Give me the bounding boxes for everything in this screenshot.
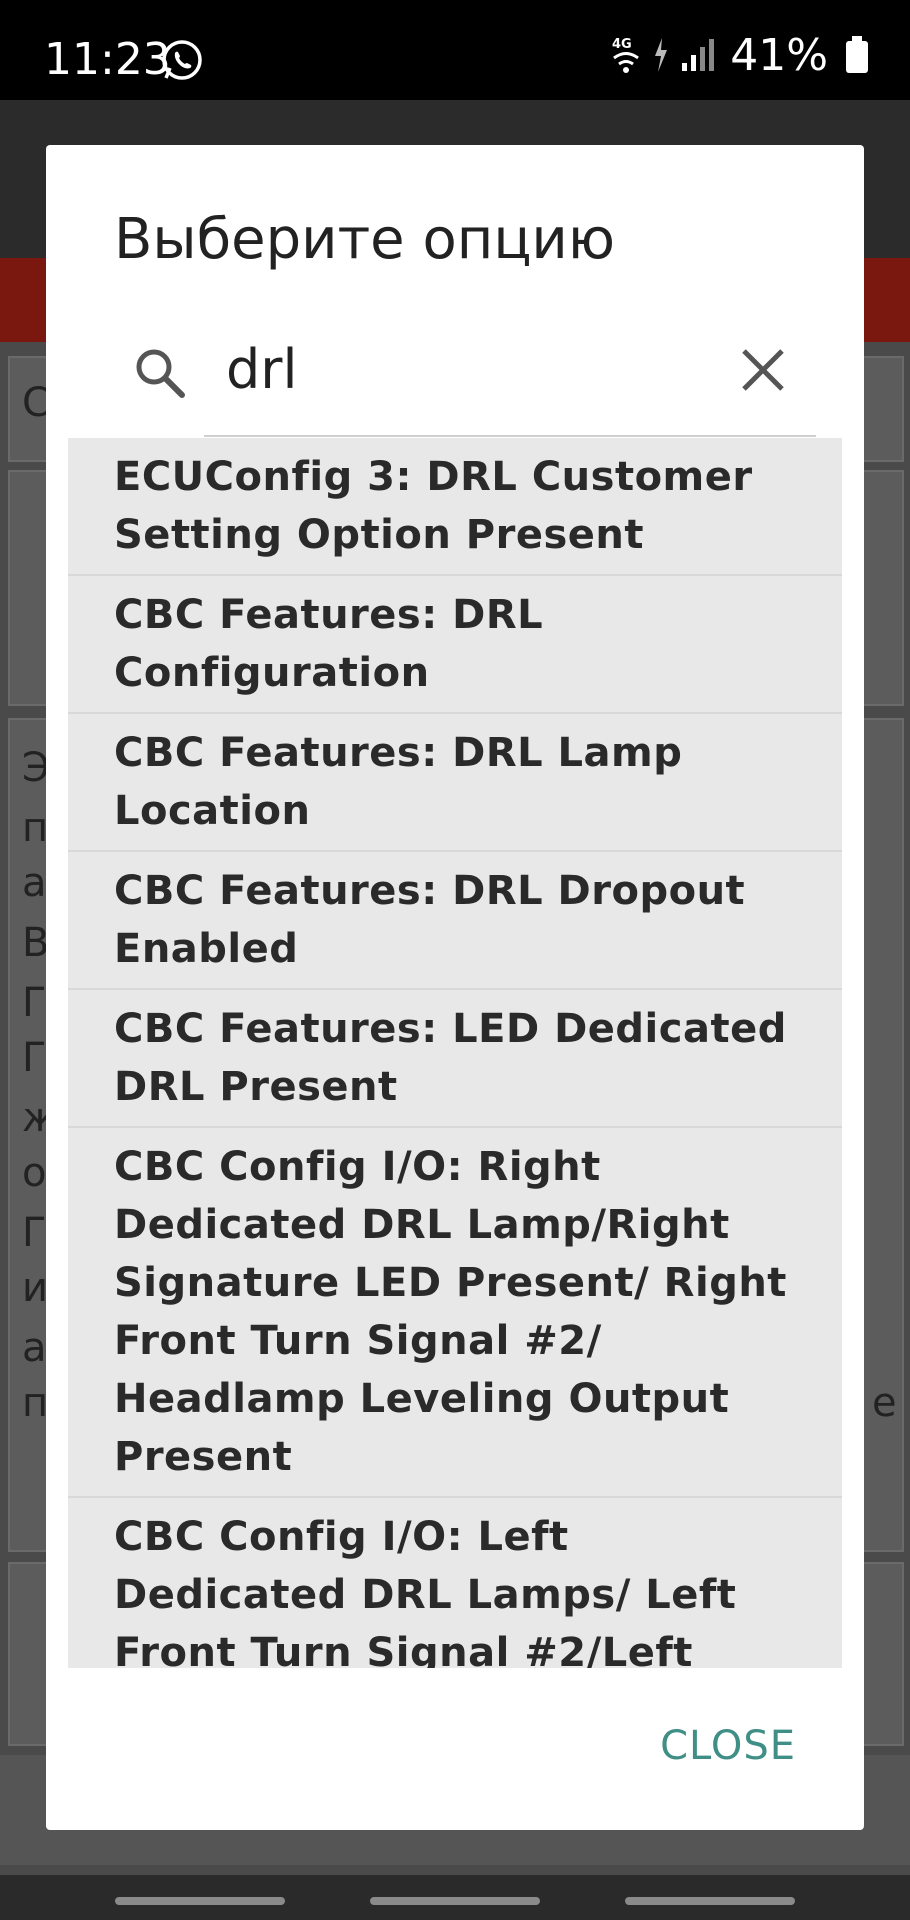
option-picker-dialog: Выберите опцию ECUConfig 3: DRL Customer… bbox=[46, 145, 864, 1830]
background-text: п bbox=[22, 805, 49, 851]
background-text: а bbox=[22, 1325, 47, 1371]
search-bar bbox=[46, 305, 864, 425]
background-text: Г bbox=[22, 1035, 47, 1081]
signal-icon bbox=[682, 39, 715, 71]
list-item[interactable]: CBC Features: DRL Dropout Enabled bbox=[68, 852, 842, 990]
data-arrows-icon bbox=[655, 38, 668, 72]
whatsapp-icon bbox=[162, 40, 202, 80]
status-bar: 11:23 4G 41% bbox=[0, 0, 910, 100]
list-item[interactable]: CBC Features: DRL Configuration bbox=[68, 576, 842, 714]
close-icon[interactable] bbox=[738, 345, 788, 395]
battery-percent: 41% bbox=[730, 29, 828, 81]
nav-recents-button[interactable] bbox=[625, 1897, 795, 1905]
background-text: Г bbox=[22, 980, 47, 1026]
search-underline bbox=[204, 435, 816, 437]
network-4g-icon: 4G bbox=[612, 37, 640, 73]
battery-icon bbox=[846, 36, 868, 73]
background-text: Г bbox=[22, 1210, 47, 1256]
search-input[interactable] bbox=[226, 327, 746, 411]
list-item[interactable]: CBC Config I/O: Left Dedicated DRL Lamps… bbox=[68, 1498, 842, 1668]
background-text: п bbox=[22, 1380, 49, 1426]
background-text: о bbox=[22, 1150, 47, 1196]
search-icon bbox=[136, 349, 185, 398]
list-item[interactable]: CBC Features: DRL Lamp Location bbox=[68, 714, 842, 852]
background-text: e bbox=[872, 1380, 897, 1426]
nav-back-button[interactable] bbox=[115, 1897, 285, 1905]
status-indicators: 4G 41% bbox=[610, 29, 870, 81]
option-list[interactable]: ECUConfig 3: DRL Customer Setting Option… bbox=[68, 438, 842, 1668]
list-item[interactable]: CBC Features: LED Dedicated DRL Present bbox=[68, 990, 842, 1128]
svg-text:4G: 4G bbox=[612, 37, 632, 52]
nav-home-button[interactable] bbox=[370, 1897, 540, 1905]
dialog-title: Выберите опцию bbox=[114, 207, 615, 272]
background-text: и bbox=[22, 1265, 48, 1311]
close-button[interactable]: CLOSE bbox=[660, 1723, 796, 1769]
background-text: а bbox=[22, 860, 47, 906]
status-time: 11:23 bbox=[44, 34, 171, 85]
list-item[interactable]: ECUConfig 3: DRL Customer Setting Option… bbox=[68, 438, 842, 576]
list-item[interactable]: CBC Config I/O: Right Dedicated DRL Lamp… bbox=[68, 1128, 842, 1498]
